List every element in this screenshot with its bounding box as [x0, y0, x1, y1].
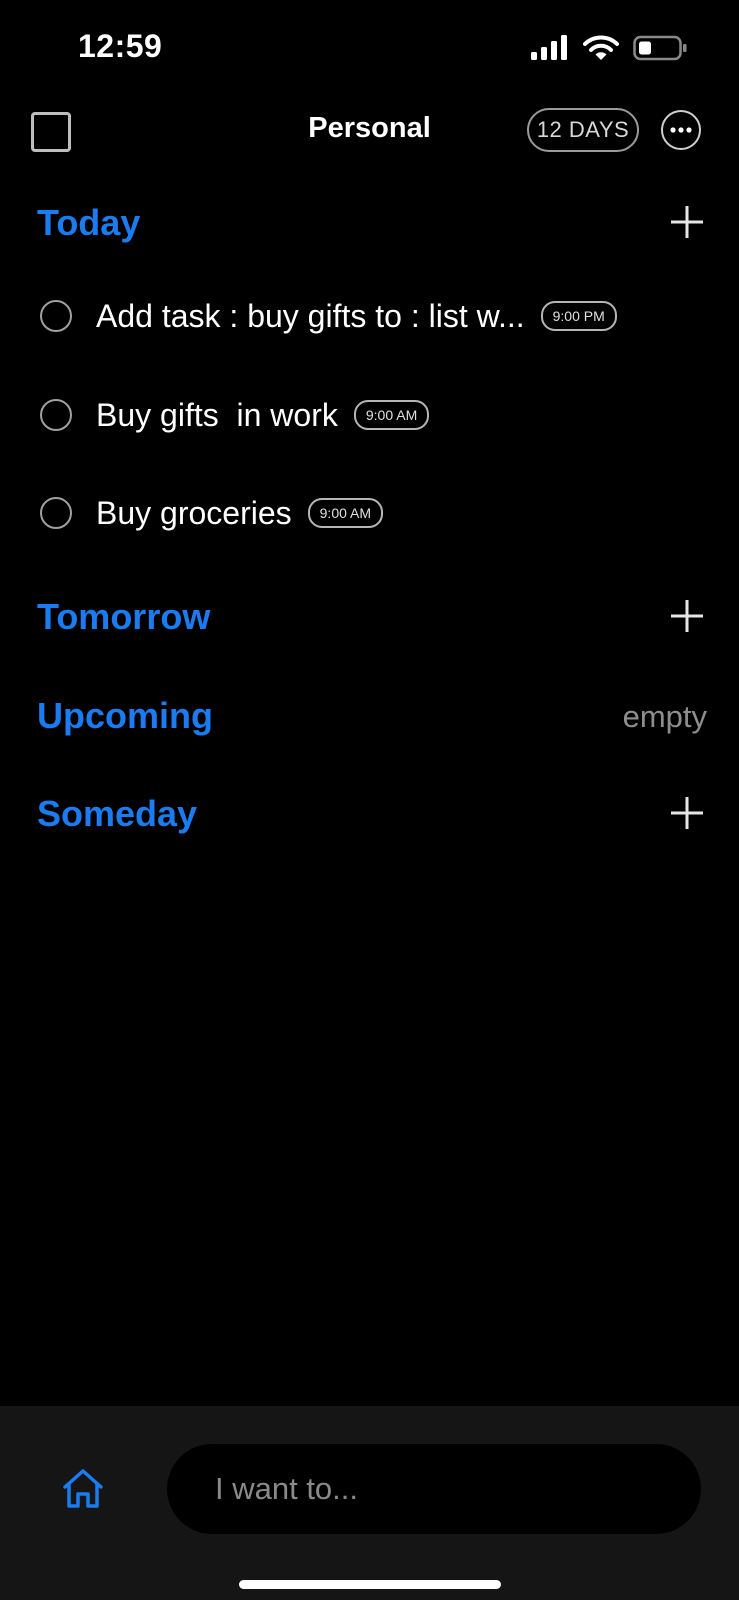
bottom-bar	[0, 1406, 739, 1600]
ellipsis-icon	[670, 127, 692, 133]
task-time-badge: 9:00 AM	[353, 400, 430, 430]
task-row[interactable]: Add task : buy gifts to : list w... 9:00…	[40, 288, 700, 344]
task-row[interactable]: Buy groceries 9:00 AM	[40, 485, 700, 541]
status-bar: 12:59	[0, 0, 739, 100]
section-tomorrow-header: Tomorrow	[37, 588, 707, 644]
task-time-badge: 9:00 PM	[540, 301, 617, 331]
section-today-header: Today	[37, 194, 707, 250]
task-complete-checkbox[interactable]	[40, 300, 72, 332]
upcoming-empty-label: empty	[622, 699, 707, 734]
signal-icon	[531, 35, 567, 60]
task-title[interactable]: Add task : buy gifts to : list w...	[96, 298, 525, 335]
battery-icon	[633, 35, 687, 61]
status-icons	[531, 34, 689, 62]
plus-icon	[671, 206, 703, 238]
home-icon	[63, 1469, 103, 1508]
task-complete-checkbox[interactable]	[40, 497, 72, 529]
plus-icon	[671, 797, 703, 829]
add-someday-button[interactable]	[667, 793, 707, 833]
task-title[interactable]: Buy groceries	[96, 495, 292, 532]
days-badge-button[interactable]: 12 DAYS	[527, 108, 639, 152]
section-title-someday[interactable]: Someday	[37, 793, 197, 835]
section-title-tomorrow[interactable]: Tomorrow	[37, 596, 210, 638]
section-upcoming-header: Upcoming empty	[37, 687, 707, 743]
task-time-badge: 9:00 AM	[307, 498, 384, 528]
more-options-button[interactable]	[661, 110, 701, 150]
section-title-upcoming[interactable]: Upcoming	[37, 695, 213, 737]
plus-icon	[671, 600, 703, 632]
task-complete-checkbox[interactable]	[40, 399, 72, 431]
task-title[interactable]: Buy gifts in work	[96, 397, 338, 434]
task-row[interactable]: Buy gifts in work 9:00 AM	[40, 387, 700, 443]
wifi-icon	[583, 35, 619, 60]
add-today-button[interactable]	[667, 202, 707, 242]
section-someday-header: Someday	[37, 785, 707, 841]
home-button[interactable]	[60, 1466, 106, 1512]
status-time: 12:59	[78, 28, 163, 64]
nav-bar: Personal 12 DAYS	[0, 100, 739, 164]
add-tomorrow-button[interactable]	[667, 596, 707, 636]
quick-add-input[interactable]	[167, 1444, 701, 1534]
home-indicator[interactable]	[239, 1580, 501, 1589]
section-title-today[interactable]: Today	[37, 202, 140, 244]
